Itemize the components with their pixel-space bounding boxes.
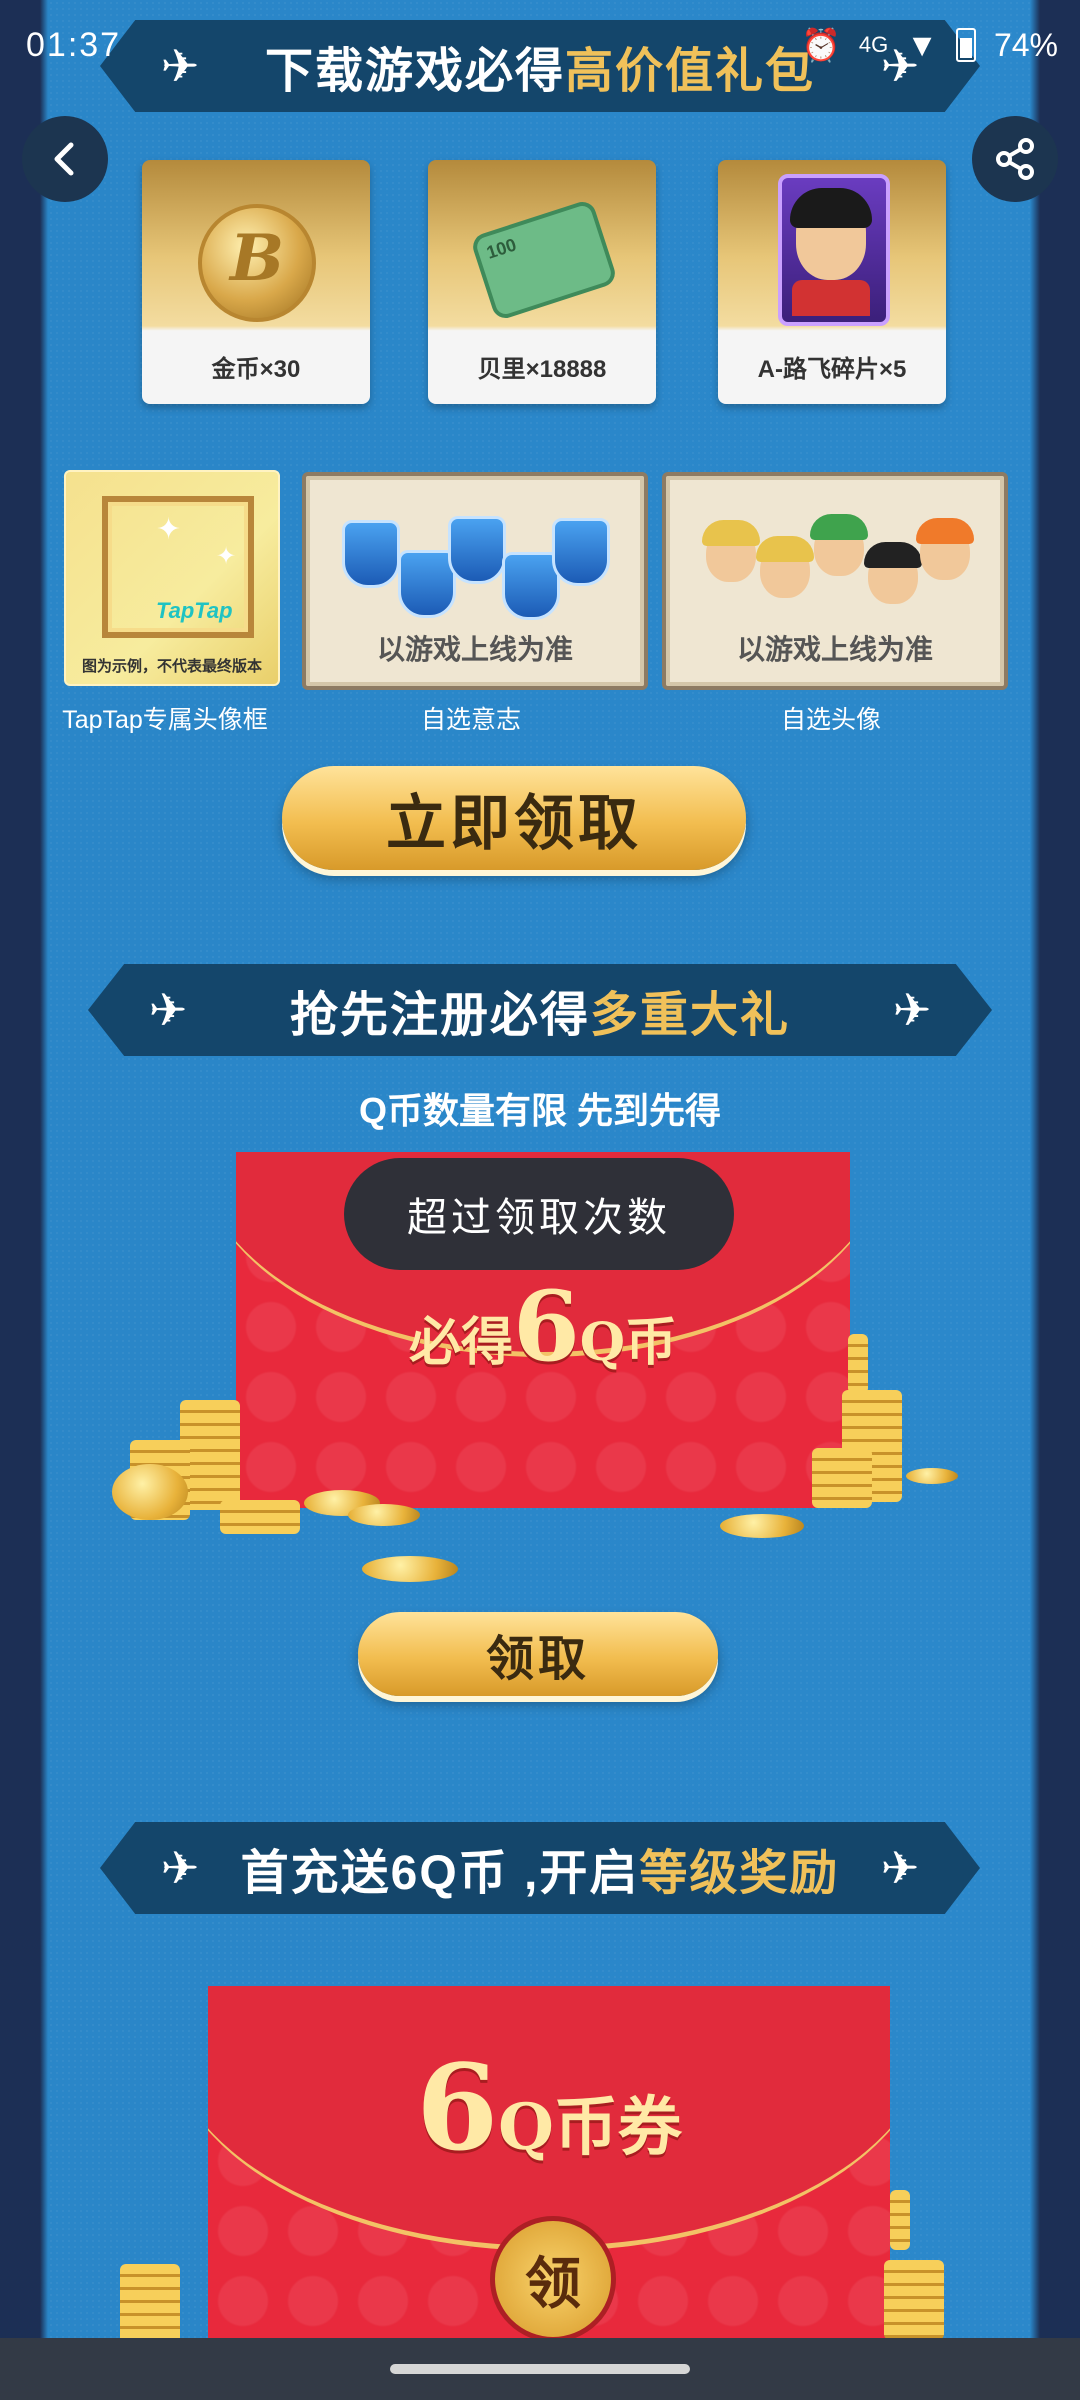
- home-gesture-pill[interactable]: [390, 2364, 690, 2374]
- luffy-card-icon: [778, 174, 890, 326]
- gold-coin-icon: B: [198, 204, 316, 322]
- back-button[interactable]: [22, 116, 108, 202]
- claim-button[interactable]: 领取: [358, 1612, 718, 1696]
- character-avatar-icon: [702, 520, 760, 582]
- event-page: 01:37 ⏰ 4G ▼ 74% ✈ 下载游戏必得高价值礼包 ✈ B 金币×30…: [0, 0, 1080, 2400]
- will-emblem-icon: [342, 520, 400, 588]
- back-arrow-icon: [54, 142, 74, 176]
- loose-coin: [348, 1504, 420, 1526]
- register-banner: ✈ 抢先注册必得多重大礼 ✈: [88, 964, 992, 1056]
- character-avatar-icon: [810, 514, 868, 576]
- wing-emblem-icon: ✈: [160, 1842, 200, 1894]
- loose-coin: [720, 1514, 804, 1538]
- wifi-icon: ▼: [906, 26, 938, 63]
- banner-title: 抢先注册必得多重大礼: [289, 989, 791, 1042]
- sample-note: 图为示例，不代表最终版本: [81, 658, 262, 675]
- register-subtitle: Q币数量有限 先到先得: [358, 1090, 721, 1131]
- recharge-banner: ✈ 首充送6Q币 ,开启等级奖励 ✈: [100, 1822, 980, 1914]
- placeholder-text: 以游戏上线为准: [376, 633, 573, 666]
- caption-will: 自选意志: [420, 706, 521, 734]
- sparkle-icon: ✦: [156, 513, 182, 546]
- coin-stack: [884, 2260, 944, 2340]
- envelope-title: 必得6Q币: [408, 1270, 678, 1383]
- caption-taptap-frame: TapTap专属头像框: [62, 706, 268, 734]
- character-avatar-icon: [864, 542, 922, 604]
- limit-exceeded-toast: 超过领取次数: [344, 1158, 734, 1270]
- loose-coin: [906, 1468, 958, 1484]
- coin-stack: [120, 2264, 180, 2344]
- taptap-logo: TapTap: [156, 598, 233, 623]
- character-avatar-icon: [756, 536, 814, 598]
- banner-title: 首充送6Q币 ,开启等级奖励: [240, 1847, 840, 1900]
- wing-emblem-icon: ✈: [880, 1842, 920, 1894]
- network-label: 4G: [858, 32, 889, 57]
- share-button[interactable]: [972, 116, 1058, 202]
- loose-coin: [362, 1556, 458, 1582]
- status-time: 01:37: [26, 26, 122, 64]
- claim-now-button[interactable]: 立即领取: [282, 766, 746, 870]
- reward-card-coins: B 金币×30: [142, 160, 370, 404]
- battery-icon: [955, 28, 976, 62]
- system-navigation-bar: [0, 2338, 1080, 2400]
- reward-label: 贝里×18888: [477, 356, 607, 383]
- share-icon: [996, 138, 1034, 180]
- reward-label: 金币×30: [211, 356, 301, 383]
- wing-emblem-icon: ✈: [892, 984, 932, 1036]
- sparkle-icon: ✦: [216, 543, 237, 570]
- battery-percent: 74%: [993, 26, 1058, 63]
- character-avatar-icon: [916, 518, 974, 580]
- voucher-title: 6Q币券: [416, 2038, 682, 2177]
- reward-label: A-路飞碎片×5: [757, 356, 907, 383]
- will-emblem-icon: [552, 518, 610, 586]
- taptap-avatar-frame: ✦ ✦ TapTap 图为示例，不代表最终版本: [64, 470, 280, 686]
- coin-stack: [220, 1500, 300, 1534]
- coin-stack: [848, 1334, 868, 1394]
- caption-avatar: 自选头像: [780, 706, 881, 734]
- placeholder-text: 以游戏上线为准: [736, 633, 933, 666]
- avatar-reward-card: 以游戏上线为准: [662, 472, 1008, 690]
- loose-coin: [112, 1464, 188, 1520]
- wing-emblem-icon: ✈: [148, 984, 188, 1036]
- coin-stack: [890, 2190, 910, 2250]
- alarm-icon: ⏰: [801, 27, 841, 63]
- coin-stack: [812, 1448, 872, 1508]
- will-emblem-icon: [448, 516, 506, 584]
- claim-stamp-icon[interactable]: 领: [490, 2216, 616, 2342]
- status-icons: ⏰ 4G ▼ 74%: [801, 26, 1058, 64]
- status-bar: 01:37 ⏰ 4G ▼ 74%: [0, 0, 1080, 100]
- reward-card-luffy: A-路飞碎片×5: [718, 160, 946, 404]
- will-reward-card: 以游戏上线为准: [302, 472, 648, 690]
- reward-card-berry: 贝里×18888: [428, 160, 656, 404]
- money-bundle-icon: [469, 198, 619, 322]
